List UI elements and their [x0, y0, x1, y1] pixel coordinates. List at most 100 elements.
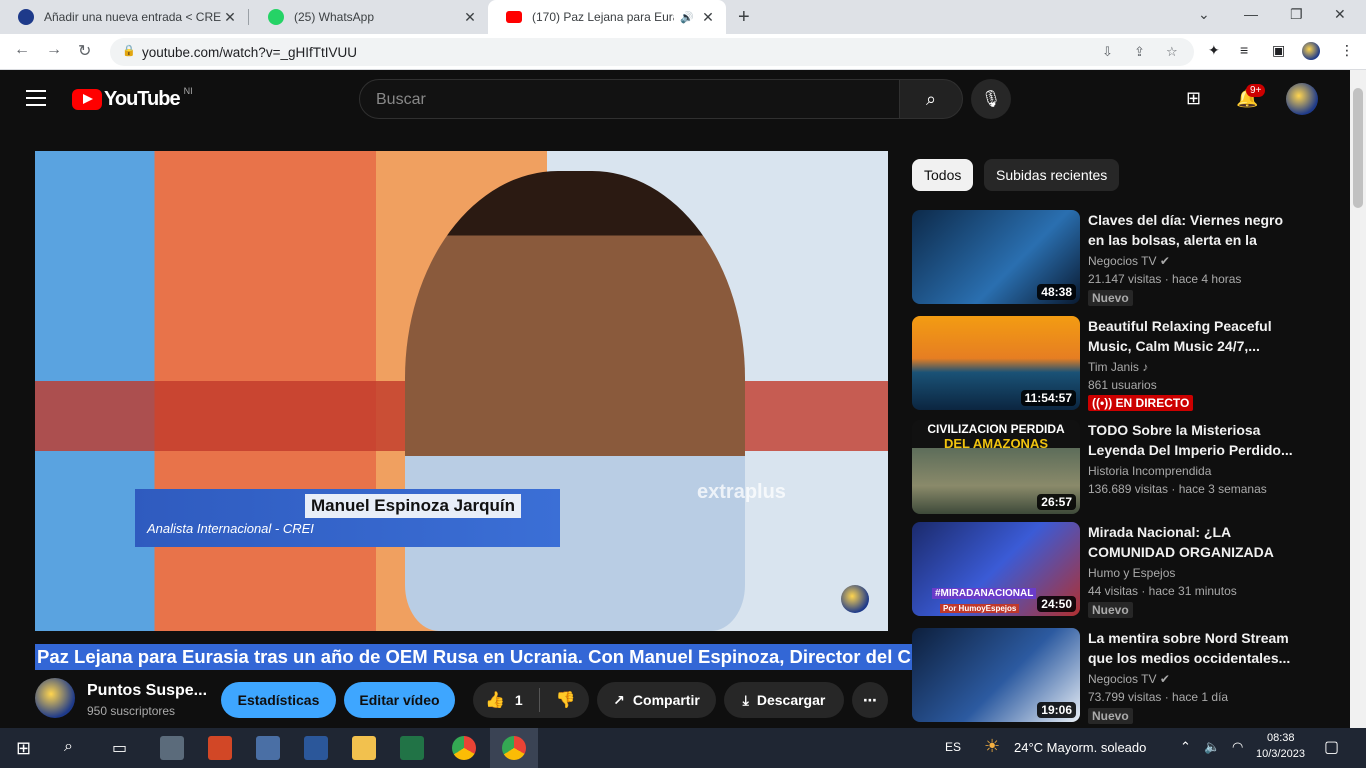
minimize-button[interactable]: — — [1244, 6, 1258, 22]
task-view-icon[interactable]: ▭ — [112, 738, 127, 758]
dislike-icon[interactable]: 👎 — [556, 690, 576, 710]
speaker-icon[interactable]: 🔊 — [680, 11, 694, 24]
recommendation-item[interactable]: CIVILIZACION PERDIDA DEL AMAZONAS 26:57 … — [912, 420, 1332, 516]
youtube-logo[interactable]: YouTube NI — [72, 85, 193, 111]
close-window-button[interactable]: ✕ — [1334, 6, 1346, 23]
video-thumbnail[interactable]: CIVILIZACION PERDIDA DEL AMAZONAS 26:57 — [912, 420, 1080, 514]
video-thumbnail[interactable]: #MIRADANACIONAL Por HumoyEspejos 24:50 — [912, 522, 1080, 616]
browser-toolbar: ← → ↻ 🔒 youtube.com/watch?v=_gHIfTtIVUU … — [0, 34, 1366, 70]
chevron-up-icon[interactable]: ⌃ — [1180, 739, 1191, 755]
recommendation-title[interactable]: TODO Sobre la Misteriosa Leyenda Del Imp… — [1088, 420, 1298, 460]
extensions-icon[interactable]: ✦ — [1208, 42, 1220, 59]
powerpoint-app-icon[interactable] — [208, 736, 232, 760]
file-explorer-icon[interactable] — [352, 736, 376, 760]
channel-name[interactable]: Negocios TV ✔ — [1088, 672, 1170, 686]
download-button[interactable]: ⤓ Descargar — [724, 682, 844, 718]
chip-all[interactable]: Todos — [912, 159, 974, 191]
weather-text[interactable]: 24°C Mayorm. soleado — [1014, 740, 1146, 755]
like-count: 1 — [514, 692, 523, 708]
network-app-icon[interactable] — [256, 736, 280, 760]
video-player[interactable]: Manuel Espinoza Jarquín Analista Interna… — [35, 151, 888, 631]
tab-youtube[interactable]: (170) Paz Lejana para Eurasia 🔊 ✕ — [488, 0, 726, 34]
weather-sun-icon[interactable]: ☀ — [984, 736, 1000, 757]
recommendation-item[interactable]: #MIRADANACIONAL Por HumoyEspejos 24:50 M… — [912, 522, 1332, 618]
scrollbar-thumb[interactable] — [1353, 88, 1363, 208]
word-app-icon[interactable] — [304, 736, 328, 760]
edit-video-button[interactable]: Editar vídeo — [344, 682, 455, 718]
search-button[interactable]: ⌕ — [899, 79, 963, 119]
subscriber-count: 950 suscriptores — [87, 704, 176, 718]
more-actions-button[interactable]: ⋯ — [852, 682, 888, 718]
video-thumbnail[interactable]: 19:06 — [912, 628, 1080, 722]
video-thumbnail[interactable]: 11:54:57 — [912, 316, 1080, 410]
chip-recent-uploads[interactable]: Subidas recientes — [984, 159, 1120, 191]
close-tab-icon[interactable]: ✕ — [462, 9, 478, 26]
volume-icon[interactable]: 🔈 — [1204, 739, 1220, 755]
thumbnail-caption-bottom: Por HumoyEspejos — [940, 604, 1020, 613]
account-avatar[interactable] — [1286, 83, 1318, 115]
clock-time[interactable]: 08:38 — [1267, 732, 1295, 744]
recommendation-title[interactable]: Beautiful Relaxing Peaceful Music, Calm … — [1088, 316, 1298, 356]
recommendation-item[interactable]: 19:06 La mentira sobre Nord Stream que l… — [912, 628, 1332, 724]
tab-whatsapp[interactable]: (25) WhatsApp ✕ — [250, 0, 488, 34]
windows-start-icon[interactable]: ⊞ — [16, 738, 31, 759]
channel-name[interactable]: Puntos Suspe... — [87, 682, 207, 700]
new-tab-button[interactable]: + — [738, 6, 750, 29]
channel-name[interactable]: Historia Incomprendida — [1088, 464, 1211, 478]
address-bar[interactable]: 🔒 youtube.com/watch?v=_gHIfTtIVUU ⇩ ⇪ ☆ — [110, 38, 1194, 66]
recommendation-item[interactable]: 48:38 Claves del día: Viernes negro en l… — [912, 210, 1332, 306]
channel-name[interactable]: Negocios TV ✔ — [1088, 254, 1170, 268]
maximize-button[interactable]: ❐ — [1290, 6, 1303, 23]
divider — [538, 688, 540, 712]
excel-app-icon[interactable] — [400, 736, 424, 760]
chrome-app-icon[interactable] — [452, 736, 476, 760]
recommendation-title[interactable]: La mentira sobre Nord Stream que los med… — [1088, 628, 1298, 668]
live-broadcast-icon: ((•)) — [1092, 396, 1116, 410]
country-code: NI — [183, 85, 193, 96]
duration-badge: 24:50 — [1037, 596, 1076, 612]
clock-date[interactable]: 10/3/2023 — [1256, 748, 1305, 760]
wifi-icon[interactable]: ◠ — [1232, 739, 1243, 755]
search-input[interactable]: Buscar — [359, 79, 900, 119]
channel-label: Negocios TV — [1088, 254, 1157, 268]
back-button[interactable]: ← — [14, 41, 30, 59]
video-thumbnail[interactable]: 48:38 — [912, 210, 1080, 304]
bookmark-star-icon[interactable]: ☆ — [1166, 44, 1178, 60]
media-controls-icon[interactable]: ≡ — [1240, 42, 1248, 58]
download-icon: ⤓ — [742, 691, 749, 708]
channel-name[interactable]: Humo y Espejos — [1088, 566, 1175, 580]
search-icon[interactable]: ⌕ — [64, 738, 73, 756]
language-indicator[interactable]: ES — [945, 740, 961, 754]
page-scrollbar[interactable] — [1350, 70, 1366, 728]
menu-kebab-icon[interactable]: ⋮ — [1340, 42, 1354, 59]
new-badge: Nuevo — [1088, 290, 1133, 306]
voice-search-button[interactable]: 🎙 — [971, 79, 1011, 119]
like-icon[interactable]: 👍 — [485, 690, 505, 710]
new-badge: Nuevo — [1088, 602, 1133, 618]
forward-button[interactable]: → — [46, 41, 62, 59]
chrome-profile-app-icon — [502, 736, 526, 760]
calculator-app-icon[interactable] — [160, 736, 184, 760]
share-button[interactable]: ↗ Compartir — [597, 682, 716, 718]
notification-center-icon[interactable]: ▢ — [1324, 737, 1339, 757]
close-tab-icon[interactable]: ✕ — [222, 9, 238, 26]
tab-title: Añadir una nueva entrada < CREI — [44, 10, 222, 24]
reload-button[interactable]: ↻ — [78, 41, 91, 61]
side-panel-icon[interactable]: ▣ — [1272, 42, 1285, 59]
channel-name[interactable]: Tim Janis ♪ — [1088, 360, 1148, 374]
profile-avatar[interactable] — [1302, 42, 1320, 60]
stats-button[interactable]: Estadísticas — [221, 682, 336, 718]
hamburger-menu-icon[interactable] — [26, 90, 46, 111]
share-icon[interactable]: ⇪ — [1134, 44, 1145, 60]
recommendation-title[interactable]: Claves del día: Viernes negro en las bol… — [1088, 210, 1298, 250]
close-tab-icon[interactable]: ✕ — [700, 9, 716, 26]
recommendation-item[interactable]: 11:54:57 Beautiful Relaxing Peaceful Mus… — [912, 316, 1332, 412]
lock-icon[interactable]: 🔒 — [122, 44, 136, 57]
create-video-icon[interactable]: ⊞ — [1186, 88, 1201, 109]
tab-crei[interactable]: Añadir una nueva entrada < CREI ✕ — [0, 0, 248, 34]
active-chrome-slot[interactable] — [490, 728, 538, 768]
recommendation-title[interactable]: Mirada Nacional: ¿LA COMUNIDAD ORGANIZAD… — [1088, 522, 1298, 562]
install-app-icon[interactable]: ⇩ — [1102, 44, 1113, 60]
tab-search-icon[interactable]: ⌄ — [1198, 6, 1210, 23]
channel-avatar[interactable] — [35, 678, 75, 718]
